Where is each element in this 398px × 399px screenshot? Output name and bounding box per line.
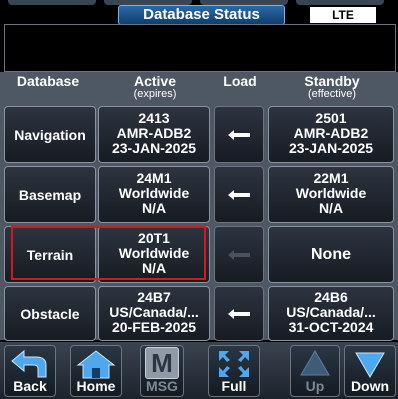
back-label: Back (13, 378, 47, 394)
active-coverage: US/Canada/... (109, 304, 199, 320)
load-arrow-icon (228, 189, 250, 200)
standby-coverage: Worldwide (295, 185, 367, 201)
database-name-label: Terrain (26, 246, 74, 263)
load-arrow-icon (228, 249, 250, 260)
load-button-basemap[interactable] (214, 166, 264, 223)
full-screen-button[interactable]: Full (208, 345, 260, 397)
active-coverage: AMR-ADB2 (116, 125, 192, 141)
active-expires: N/A (141, 260, 167, 276)
database-name-basemap[interactable]: Basemap (4, 166, 96, 223)
msg-label: MSG (146, 378, 178, 394)
top-tab[interactable] (296, 0, 384, 5)
active-cycle: 24B7 (137, 289, 171, 305)
back-button[interactable]: Back (4, 345, 56, 397)
full-label: Full (221, 378, 247, 394)
standby-navigation[interactable]: 2501 AMR-ADB2 23-JAN-2025 (268, 106, 394, 163)
standby-coverage: US/Canada/... (286, 304, 376, 320)
database-name-label: Navigation (14, 126, 86, 143)
active-coverage: Worldwide (118, 245, 190, 261)
up-arrow-icon (300, 350, 330, 376)
active-expires: 20-FEB-2025 (111, 319, 197, 335)
active-expires: N/A (141, 200, 167, 216)
column-header-standby: Standby (effective) (304, 73, 360, 100)
back-arrow-icon (11, 349, 47, 378)
database-name-navigation[interactable]: Navigation (4, 106, 96, 163)
active-expires: 23-JAN-2025 (111, 140, 197, 156)
page-title: Database Status (118, 5, 285, 25)
down-arrow-icon (355, 352, 385, 378)
up-label: Up (305, 378, 325, 394)
top-tab[interactable] (8, 0, 96, 5)
load-arrow-icon (228, 129, 250, 140)
active-cycle: 2413 (138, 110, 170, 126)
down-label: Down (350, 378, 390, 394)
standby-effective: 31-OCT-2024 (288, 319, 374, 335)
database-name-obstacle[interactable]: Obstacle (4, 286, 96, 341)
active-terrain[interactable]: 20T1 Worldwide N/A (98, 226, 210, 283)
standby-coverage: AMR-ADB2 (293, 125, 369, 141)
load-button-obstacle[interactable] (214, 286, 264, 341)
home-icon (76, 350, 116, 379)
msg-button[interactable]: M MSG (140, 345, 184, 397)
msg-icon-letter: M (151, 348, 173, 378)
standby-obstacle[interactable]: 24B6 US/Canada/... 31-OCT-2024 (268, 286, 394, 341)
active-basemap[interactable]: 24M1 Worldwide N/A (98, 166, 210, 223)
column-header-active: Active (expires) (133, 73, 177, 100)
standby-effective: N/A (318, 200, 344, 216)
msg-icon: M (145, 347, 179, 379)
active-navigation[interactable]: 2413 AMR-ADB2 23-JAN-2025 (98, 106, 210, 163)
down-button[interactable]: Down (344, 345, 396, 397)
up-button[interactable]: Up (290, 345, 340, 397)
connection-status-badge: LTE (310, 7, 376, 23)
active-obstacle[interactable]: 24B7 US/Canada/... 20-FEB-2025 (98, 286, 210, 341)
standby-cycle: 22M1 (313, 170, 349, 186)
full-screen-icon (219, 351, 249, 377)
load-arrow-icon (228, 308, 250, 319)
database-name-label: Obstacle (20, 305, 80, 322)
status-area (4, 24, 396, 72)
column-header-load: Load (223, 73, 257, 89)
home-button[interactable]: Home (70, 345, 122, 397)
standby-cycle: 24B6 (314, 289, 348, 305)
active-cycle: 20T1 (138, 230, 170, 246)
database-name-terrain[interactable]: Terrain (4, 226, 96, 283)
standby-basemap[interactable]: 22M1 Worldwide N/A (268, 166, 394, 223)
standby-effective: 23-JAN-2025 (288, 140, 374, 156)
column-header-database: Database (16, 73, 80, 89)
standby-none: None (311, 245, 351, 263)
standby-terrain[interactable]: None (268, 226, 394, 283)
database-name-label: Basemap (18, 186, 82, 203)
load-button-navigation[interactable] (214, 106, 264, 163)
load-button-terrain[interactable] (214, 226, 264, 283)
standby-cycle: 2501 (315, 110, 347, 126)
home-label: Home (76, 378, 116, 394)
active-cycle: 24M1 (136, 170, 172, 186)
active-coverage: Worldwide (118, 185, 190, 201)
